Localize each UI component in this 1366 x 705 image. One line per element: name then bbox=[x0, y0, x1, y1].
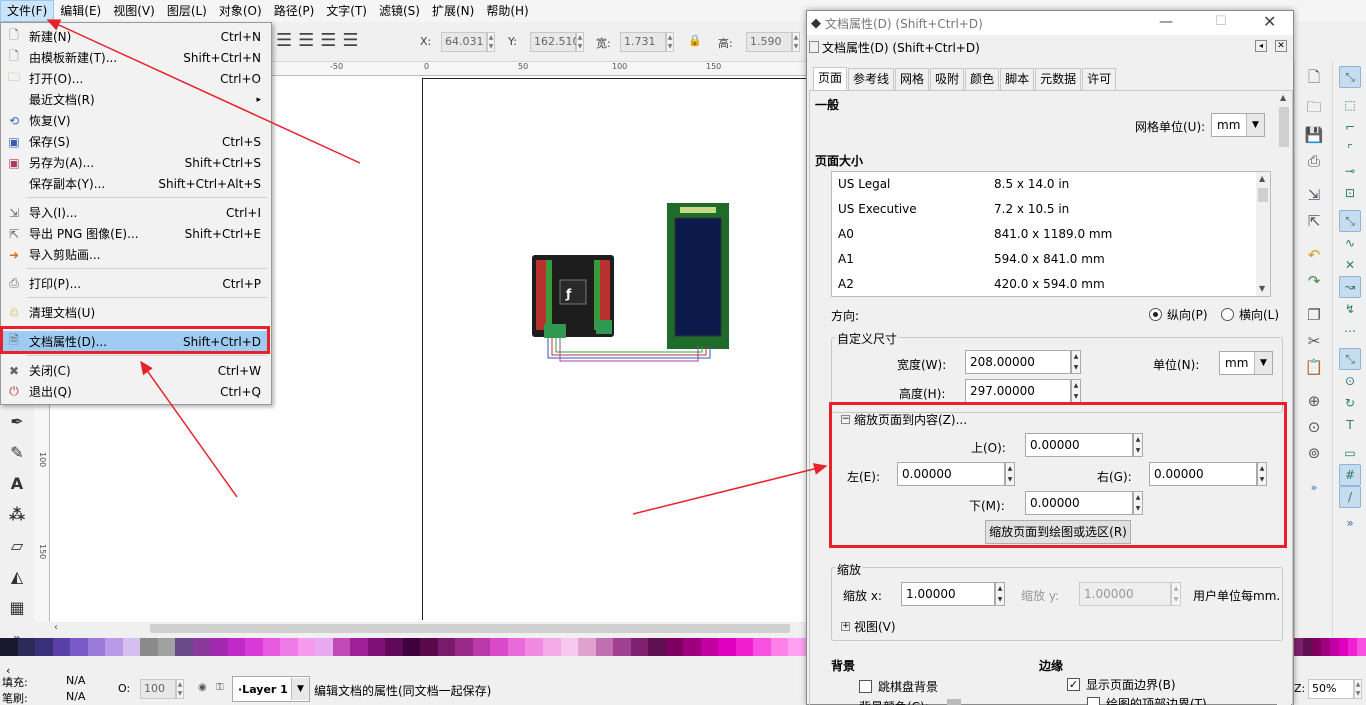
annotation-arrow-to-resize bbox=[632, 463, 828, 515]
annotation-arrow-to-file-menu bbox=[46, 19, 361, 164]
annotation-arrow-to-doc-props bbox=[140, 360, 238, 498]
annotation-arrows bbox=[46, 19, 828, 515]
